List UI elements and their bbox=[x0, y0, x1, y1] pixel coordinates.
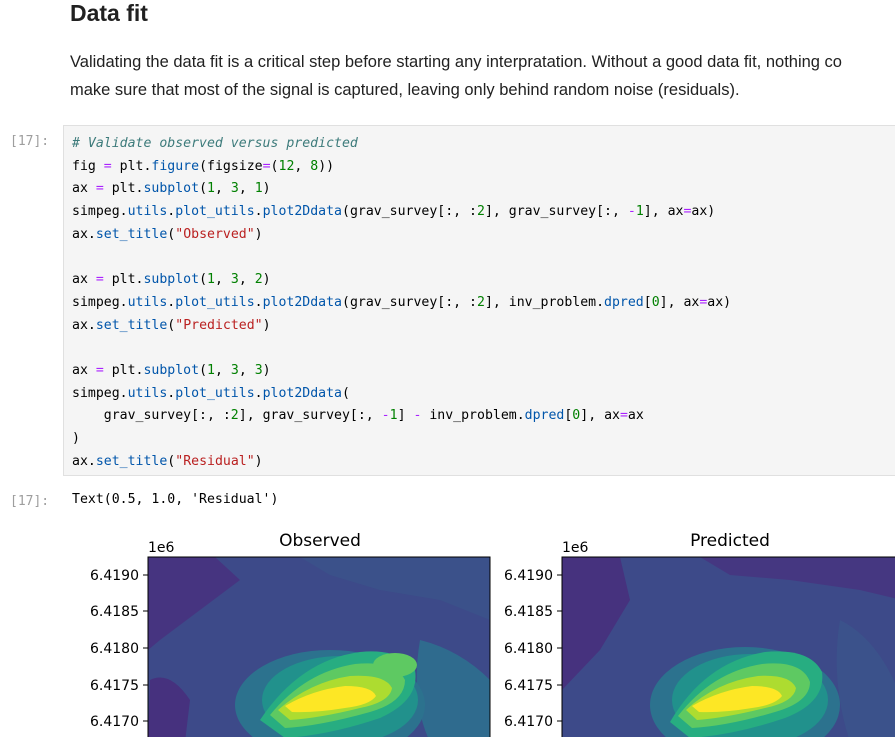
y-offset-label: 1e6 bbox=[148, 540, 175, 556]
plot-figure: 1e6 Observed 6.4190 6.4185 6.4180 6.4175… bbox=[90, 531, 895, 737]
y-tick-label: 6.4180 bbox=[504, 641, 553, 657]
y-tick-label: 6.4175 bbox=[90, 678, 139, 694]
y-tick-label: 6.4180 bbox=[90, 641, 139, 657]
y-offset-label: 1e6 bbox=[562, 540, 589, 556]
y-tick-label: 6.4170 bbox=[504, 714, 553, 730]
predicted-panel: 1e6 Predicted 6.4190 6.4185 6.4180 6.417… bbox=[504, 531, 895, 737]
chart-title: Predicted bbox=[690, 531, 770, 551]
y-tick-label: 6.4190 bbox=[504, 568, 553, 584]
y-tick-labels: 6.4190 6.4185 6.4180 6.4175 6.4170 bbox=[504, 568, 562, 730]
y-tick-label: 6.4185 bbox=[90, 604, 139, 620]
chart-title: Observed bbox=[279, 531, 361, 551]
y-tick-label: 6.4175 bbox=[504, 678, 553, 694]
heatmap-predicted bbox=[562, 557, 895, 737]
y-tick-label: 6.4190 bbox=[90, 568, 139, 584]
y-tick-labels: 6.4190 6.4185 6.4180 6.4175 6.4170 bbox=[90, 568, 148, 730]
y-tick-label: 6.4185 bbox=[504, 604, 553, 620]
y-tick-label: 6.4170 bbox=[90, 714, 139, 730]
observed-panel: 1e6 Observed 6.4190 6.4185 6.4180 6.4175… bbox=[90, 531, 491, 737]
heatmap-observed bbox=[148, 557, 490, 737]
